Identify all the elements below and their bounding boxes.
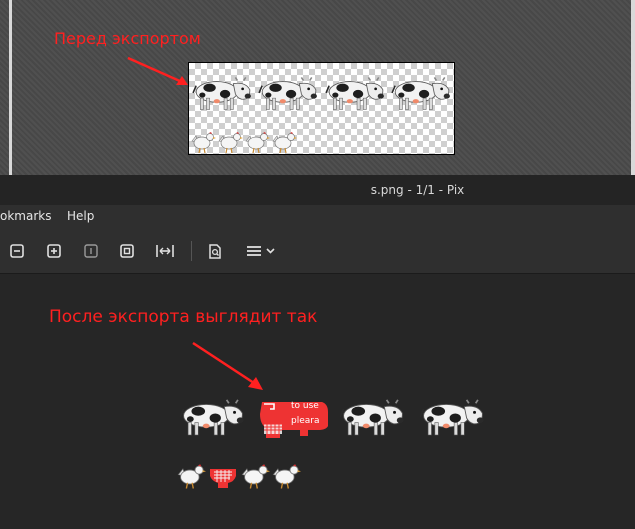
image-info-icon	[209, 243, 221, 259]
toolbar	[0, 229, 635, 274]
corrupted-text-line-1: to use	[291, 401, 319, 411]
main-menu-button[interactable]	[241, 240, 281, 262]
exported-cow-sprite-4	[419, 399, 485, 436]
zoom-out-button[interactable]	[6, 240, 28, 262]
zoom-fit-icon	[120, 244, 134, 258]
corrupted-cow-sprite: to use pleara	[258, 398, 330, 440]
annotation-before-export: Перед экспортом	[54, 29, 201, 48]
exported-cow-sprite-1	[179, 399, 245, 436]
before-export-screenshot: Перед экспортом	[0, 0, 635, 175]
title-bar[interactable]: s.png - 1/1 - Pix	[0, 175, 635, 205]
cow-sprite-3	[325, 77, 385, 111]
menu-help[interactable]: Help	[67, 209, 94, 223]
canvas-right-border	[631, 0, 635, 175]
toolbar-separator	[191, 241, 192, 261]
annotation-arrow-bottom	[192, 341, 263, 390]
corrupted-text-line-2: pleara	[291, 416, 320, 426]
annotation-after-export: После экспорта выглядит так	[49, 307, 318, 327]
cow-sprite-4	[391, 77, 451, 111]
zoom-in-button[interactable]	[43, 240, 65, 262]
sprite-sheet-canvas	[188, 62, 455, 155]
image-info-button[interactable]	[204, 240, 226, 262]
corrupted-chicken-sprite	[208, 464, 238, 490]
chicken-sprite-2	[218, 132, 243, 154]
zoom-in-icon	[47, 244, 61, 258]
chicken-sprite-1	[191, 132, 216, 154]
chicken-sprite-3	[245, 132, 270, 154]
menu-bookmarks[interactable]: okmarks	[0, 209, 51, 223]
menu-icon	[247, 246, 275, 256]
pix-image-viewer-window: s.png - 1/1 - Pix okmarks Help	[0, 175, 635, 529]
actual-size-button[interactable]	[80, 240, 102, 262]
corrupted-chicken-shape	[210, 469, 236, 488]
cow-sprite-2	[258, 77, 318, 111]
zoom-out-icon	[10, 244, 24, 258]
zoom-fit-button[interactable]	[116, 240, 138, 262]
exported-chicken-sprite-4	[272, 464, 301, 490]
exported-chicken-sprite-1	[177, 464, 206, 490]
fit-width-button[interactable]	[154, 240, 176, 262]
cow-sprite-1	[192, 77, 252, 111]
chicken-sprite-4	[272, 132, 297, 154]
exported-cow-sprite-3	[339, 399, 405, 436]
menu-bar: okmarks Help	[0, 205, 635, 229]
exported-chicken-sprite-3	[241, 464, 270, 490]
actual-size-icon	[84, 244, 98, 258]
window-title: s.png - 1/1 - Pix	[370, 183, 465, 197]
annotation-arrow-top	[127, 56, 188, 85]
fit-width-icon	[156, 245, 174, 257]
canvas-left-border	[9, 0, 12, 175]
